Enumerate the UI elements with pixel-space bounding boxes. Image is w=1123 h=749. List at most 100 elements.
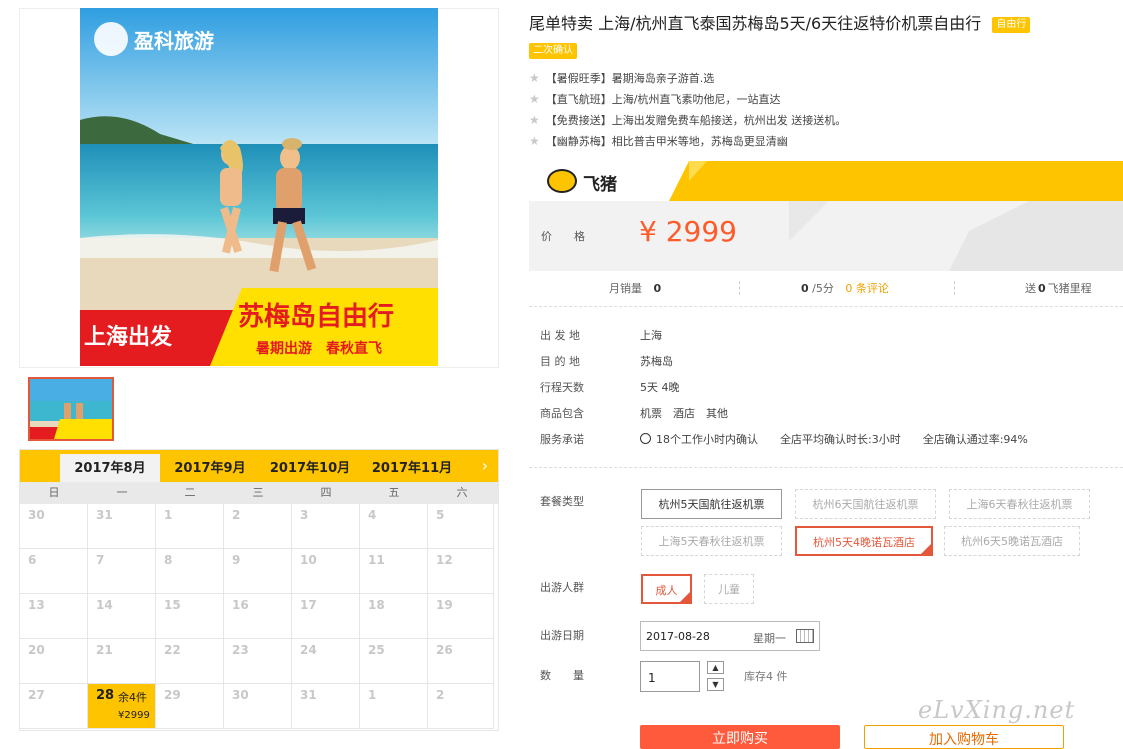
travel-date-value: 2017-08-28: [646, 630, 710, 643]
calendar-day[interactable]: 1: [360, 684, 428, 729]
star-icon: ★: [529, 92, 540, 106]
chevron-right-icon[interactable]: ›: [482, 456, 488, 475]
group-option-adult[interactable]: 成人: [641, 574, 692, 604]
divider: [739, 281, 740, 295]
calendar-day[interactable]: 3: [292, 504, 360, 549]
tag-reconfirm: 二次确认: [529, 43, 577, 59]
calendar-day[interactable]: 30: [20, 504, 88, 549]
calendar-day[interactable]: 19: [428, 594, 494, 639]
fliggy-logo-icon: [547, 169, 577, 193]
package-option[interactable]: 杭州6天5晚诺瓦酒店: [944, 526, 1080, 556]
thumbnail-image[interactable]: [28, 377, 114, 441]
calendar-day[interactable]: 7: [88, 549, 156, 594]
calendar-day[interactable]: 8: [156, 549, 224, 594]
calendar-day-number: 2: [436, 688, 445, 702]
logo-text: 盈科旅游: [134, 28, 214, 53]
calendar-day-number: 25: [368, 643, 385, 657]
calendar-day[interactable]: 31: [88, 504, 156, 549]
calendar-day[interactable]: 21: [88, 639, 156, 684]
calendar-day[interactable]: 2: [428, 684, 494, 729]
calendar-day[interactable]: 17: [292, 594, 360, 639]
review-count-link[interactable]: 0 条评论: [845, 282, 889, 295]
product-title-text: 尾单特卖 上海/杭州直飞泰国苏梅岛5天/6天往返特价机票自由行: [529, 14, 982, 33]
add-to-cart-label: 加入购物车: [929, 732, 999, 748]
group-option-label: 成人: [655, 584, 678, 597]
calendar-day[interactable]: 24: [292, 639, 360, 684]
calendar-icon[interactable]: [796, 629, 814, 643]
info-value-duration: 5天 4晚: [640, 381, 680, 394]
calendar-day-number: 26: [436, 643, 453, 657]
quantity-decrease-button[interactable]: ▼: [707, 678, 724, 691]
calendar-day-selected[interactable]: 28 余4件 ¥2999: [88, 684, 156, 729]
mileage-prefix: 送: [1025, 282, 1036, 295]
tab-month-1[interactable]: 2017年8月: [60, 454, 160, 482]
calendar-day-number: 12: [436, 553, 453, 567]
travel-group-label: 出游人群: [540, 581, 584, 594]
package-option[interactable]: 上海6天春秋往返机票: [949, 489, 1090, 519]
weekday-label: 六: [456, 486, 468, 499]
calendar-day[interactable]: 23: [224, 639, 292, 684]
quantity-input[interactable]: 1: [640, 661, 700, 692]
calendar-day[interactable]: 22: [156, 639, 224, 684]
tab-month-4[interactable]: 2017年11月: [362, 454, 462, 482]
quantity-increase-button[interactable]: ▲: [707, 661, 724, 674]
package-option[interactable]: 杭州5天国航往返机票: [641, 489, 782, 519]
calendar-day-number: 11: [368, 553, 385, 567]
calendar-day[interactable]: 25: [360, 639, 428, 684]
tab-month-3[interactable]: 2017年10月: [260, 454, 360, 482]
add-to-cart-button[interactable]: 加入购物车: [864, 725, 1064, 749]
calendar-day[interactable]: 6: [20, 549, 88, 594]
info-label-service: 服务承诺: [540, 433, 584, 446]
package-option[interactable]: 杭州6天国航往返机票: [795, 489, 936, 519]
calendar-day[interactable]: 14: [88, 594, 156, 639]
calendar-day[interactable]: 30: [224, 684, 292, 729]
calendar-day-number: 15: [164, 598, 181, 612]
calendar-day-number: 23: [232, 643, 249, 657]
calendar-day-number: 6: [28, 553, 37, 567]
mileage-suffix: 飞猪里程: [1047, 282, 1092, 295]
calendar-day[interactable]: 31: [292, 684, 360, 729]
buy-now-button[interactable]: 立即购买: [640, 725, 840, 749]
calendar-day[interactable]: 20: [20, 639, 88, 684]
calendar-day[interactable]: 18: [360, 594, 428, 639]
calendar-day[interactable]: 4: [360, 504, 428, 549]
selected-corner-icon: [921, 544, 931, 554]
calendar-day[interactable]: 13: [20, 594, 88, 639]
divider: [954, 281, 955, 295]
check-circle-icon: [640, 433, 651, 444]
calendar-day-number: 31: [96, 508, 113, 522]
package-option-selected[interactable]: 杭州5天4晚诺瓦酒店: [795, 526, 933, 556]
tag-free-travel: 自由行: [992, 17, 1031, 33]
fliggy-brand-text: 飞猪: [583, 175, 617, 195]
calendar-day-number: 20: [28, 643, 45, 657]
travel-date-input[interactable]: 2017-08-28 星期一: [640, 621, 820, 651]
package-type-label: 套餐类型: [540, 495, 584, 508]
calendar-day[interactable]: 11: [360, 549, 428, 594]
calendar-day-number: 8: [164, 553, 173, 567]
calendar-day[interactable]: 5: [428, 504, 494, 549]
calendar-day[interactable]: 2: [224, 504, 292, 549]
info-value-destination: 苏梅岛: [640, 355, 673, 368]
calendar-day[interactable]: 1: [156, 504, 224, 549]
calendar-day-number: 14: [96, 598, 113, 612]
calendar-day[interactable]: 26: [428, 639, 494, 684]
calendar-day[interactable]: 9: [224, 549, 292, 594]
calendar-day-number: 30: [232, 688, 249, 702]
calendar-day[interactable]: 16: [224, 594, 292, 639]
calendar-day-number: 22: [164, 643, 181, 657]
tab-month-2[interactable]: 2017年9月: [162, 454, 258, 482]
calendar-day[interactable]: 15: [156, 594, 224, 639]
booking-calendar: 2017年8月 2017年9月 2017年10月 2017年11月 › 日 一 …: [19, 449, 499, 731]
calendar-day-number: 3: [300, 508, 309, 522]
calendar-day-number: 24: [300, 643, 317, 657]
group-option-child[interactable]: 儿童: [704, 574, 754, 604]
package-option[interactable]: 上海5天春秋往返机票: [641, 526, 782, 556]
calendar-weekday-row: 日 一 二 三 四 五 六: [20, 482, 498, 504]
feature-item: ★ 【免费接送】上海出发赠免费车船接送，杭州出发 送接送机。: [529, 112, 846, 128]
mileage: 送 0 飞猪里程: [1025, 280, 1092, 296]
calendar-day-number: 2: [232, 508, 241, 522]
calendar-day[interactable]: 27: [20, 684, 88, 729]
calendar-day[interactable]: 12: [428, 549, 494, 594]
calendar-day[interactable]: 10: [292, 549, 360, 594]
calendar-day[interactable]: 29: [156, 684, 224, 729]
